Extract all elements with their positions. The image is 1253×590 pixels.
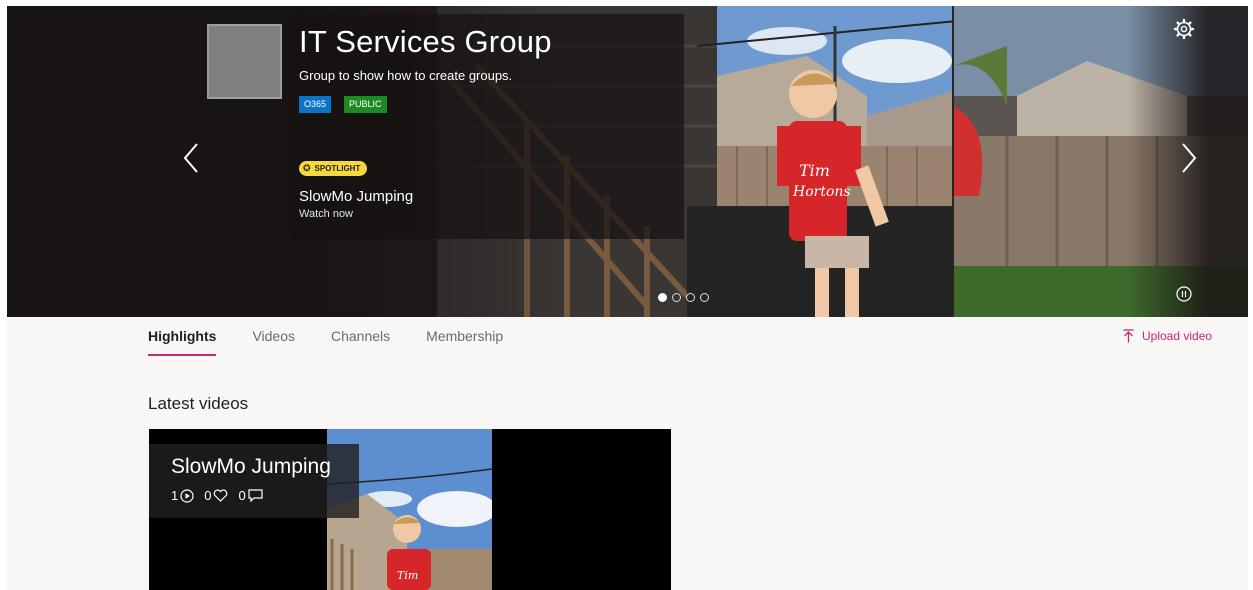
svg-text:Tim: Tim	[397, 569, 418, 582]
views-count: 1	[171, 488, 179, 503]
tab-highlights[interactable]: Highlights	[148, 328, 217, 356]
carousel-dots	[658, 293, 709, 302]
carousel-dot[interactable]	[700, 293, 709, 302]
group-avatar	[207, 24, 282, 99]
spotlight-video-title[interactable]: SlowMo Jumping	[299, 188, 413, 205]
group-title: IT Services Group	[299, 24, 552, 59]
chevron-right-icon[interactable]	[1177, 138, 1201, 178]
spotlight-badge: ✪ SPOTLIGHT	[299, 161, 368, 176]
gear-icon[interactable]	[1173, 18, 1195, 40]
video-title: SlowMo Jumping	[171, 455, 331, 478]
likes-count: 0	[204, 488, 212, 503]
comments-count: 0	[238, 488, 246, 503]
group-tabs: Highlights Videos Channels Membership	[148, 328, 539, 356]
pause-icon[interactable]	[1176, 286, 1192, 302]
hero-banner: Tim Hortons IT Services Group Group to s…	[7, 6, 1248, 317]
carousel-dot[interactable]	[672, 293, 681, 302]
views-stat: 1	[171, 488, 194, 503]
likes-stat: 0	[204, 488, 228, 503]
spotlight-badge-label: SPOTLIGHT	[314, 164, 361, 173]
video-stats: 1 0 0	[171, 488, 263, 503]
star-icon: ✪	[303, 163, 311, 173]
video-tile[interactable]: Tim SlowMo Jumping 1 0 0	[149, 429, 671, 590]
tab-channels[interactable]: Channels	[331, 328, 390, 356]
comment-icon	[248, 489, 263, 502]
tag-public: PUBLIC	[344, 96, 387, 113]
group-description: Group to show how to create groups.	[299, 68, 513, 83]
heart-icon	[214, 489, 228, 502]
play-icon	[180, 488, 194, 503]
upload-video-label: Upload video	[1142, 329, 1213, 343]
chevron-left-icon[interactable]	[179, 138, 203, 178]
tab-videos[interactable]: Videos	[252, 328, 295, 356]
page-frame: Tim Hortons IT Services Group Group to s…	[7, 6, 1248, 590]
latest-videos-heading: Latest videos	[148, 394, 249, 413]
tag-o365[interactable]: O365	[299, 96, 332, 113]
tab-membership[interactable]: Membership	[426, 328, 503, 356]
watch-now-link[interactable]: Watch now	[299, 208, 353, 220]
upload-video-button[interactable]: Upload video	[1123, 329, 1212, 343]
upload-icon	[1123, 329, 1134, 343]
carousel-dot[interactable]	[658, 293, 667, 302]
comments-stat: 0	[238, 488, 263, 503]
carousel-dot[interactable]	[686, 293, 695, 302]
